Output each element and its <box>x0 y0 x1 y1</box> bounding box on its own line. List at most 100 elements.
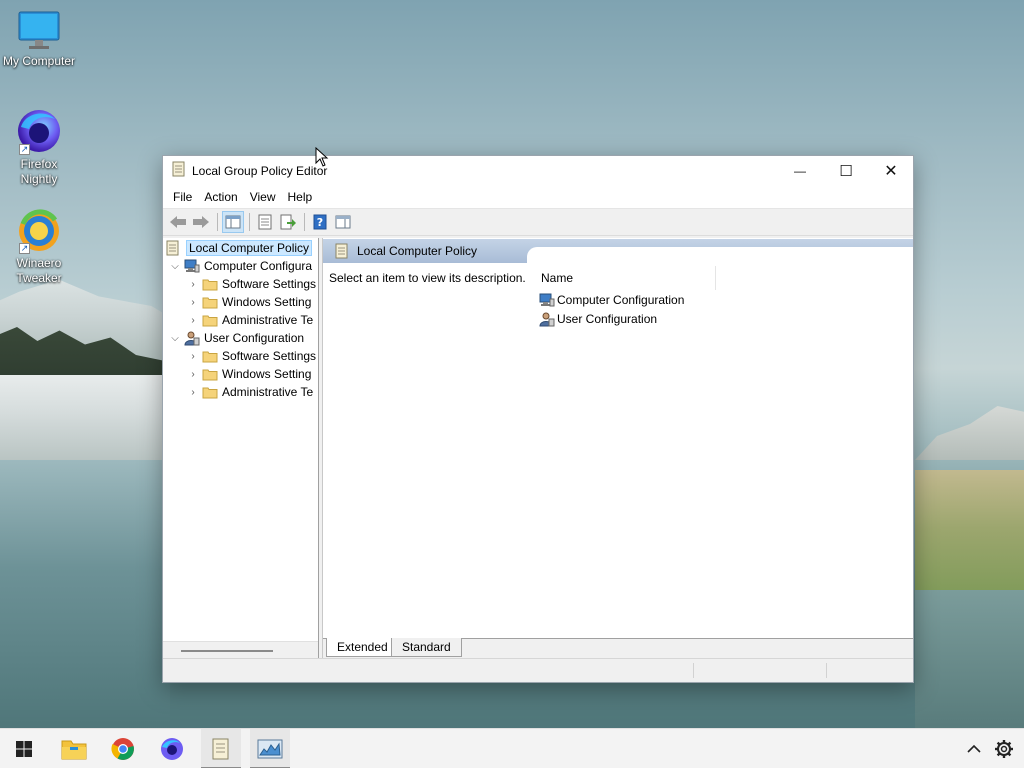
desktop-icon-winaero-tweaker[interactable]: ↗ Winaero Tweaker <box>0 208 78 286</box>
minimize-button[interactable]: — <box>777 156 823 185</box>
taskbar-file-explorer[interactable] <box>54 729 94 768</box>
chevron-right-icon[interactable]: › <box>187 387 199 398</box>
policy-app-icon <box>172 161 186 180</box>
user-configuration-icon <box>539 311 555 327</box>
chevron-down-icon[interactable]: ⌵ <box>169 261 181 272</box>
desktop-icon-my-computer[interactable]: My Computer <box>0 10 78 69</box>
toolbar-separator <box>217 213 218 231</box>
menu-action[interactable]: Action <box>198 187 243 207</box>
policy-document-icon <box>166 240 182 256</box>
status-bar-divider <box>693 663 694 678</box>
tree-item-computer-configuration[interactable]: ⌵ Computer Configura <box>169 257 312 275</box>
list-item-user-configuration[interactable]: User Configuration <box>539 310 657 328</box>
desktop-icon-firefox-nightly[interactable]: ↗ Firefox Nightly <box>0 107 78 187</box>
forward-button[interactable] <box>190 211 212 233</box>
wallpaper-cliff <box>0 375 170 470</box>
properties-icon <box>258 214 272 230</box>
list-item-label: Computer Configuration <box>557 293 685 307</box>
export-list-icon <box>280 214 296 230</box>
toolbar: ? <box>163 209 913 236</box>
policy-document-icon <box>335 243 349 259</box>
tree-item-user-configuration[interactable]: ⌵ User Configuration <box>169 329 304 347</box>
view-tabs: Extended Standard <box>323 638 913 658</box>
scrollbar-thumb[interactable] <box>181 650 273 652</box>
folder-icon <box>202 312 218 328</box>
show-hide-action-pane-button[interactable] <box>332 211 354 233</box>
chevron-right-icon[interactable]: › <box>187 369 199 380</box>
file-explorer-icon <box>61 740 87 760</box>
back-arrow-icon <box>170 216 186 228</box>
tree-item-software-settings[interactable]: › Software Settings <box>187 347 316 365</box>
monitor-icon <box>17 10 61 52</box>
show-hide-action-pane-icon <box>335 215 351 229</box>
show-hide-tree-button[interactable] <box>222 211 244 233</box>
details-header: Local Computer Policy <box>323 239 913 263</box>
tree-item-label: Local Computer Policy <box>186 240 313 256</box>
forward-arrow-icon <box>193 216 209 228</box>
menu-file[interactable]: File <box>167 187 198 207</box>
export-list-button[interactable] <box>277 211 299 233</box>
list-item-computer-configuration[interactable]: Computer Configuration <box>539 291 684 309</box>
tab-extended[interactable]: Extended <box>326 638 399 657</box>
chevron-right-icon[interactable]: › <box>187 279 199 290</box>
tab-standard[interactable]: Standard <box>391 638 462 657</box>
folder-icon <box>202 348 218 364</box>
chevron-right-icon[interactable]: › <box>187 315 199 326</box>
wallpaper-hill-right <box>915 406 1024 460</box>
folder-icon <box>202 384 218 400</box>
properties-button[interactable] <box>254 211 276 233</box>
chevron-right-icon[interactable]: › <box>187 351 199 362</box>
folder-icon <box>202 294 218 310</box>
settings-button[interactable] <box>984 729 1024 768</box>
menu-bar: File Action View Help <box>163 185 913 209</box>
tree-horizontal-scrollbar[interactable] <box>163 641 318 658</box>
tree-pane: Local Computer Policy ⌵ Computer Configu… <box>163 238 319 658</box>
show-hide-tree-icon <box>225 215 241 229</box>
menu-help[interactable]: Help <box>282 187 319 207</box>
start-icon <box>16 741 32 757</box>
taskbar <box>0 728 1024 768</box>
tree-item-windows-settings[interactable]: › Windows Setting <box>187 293 311 311</box>
tree-item-label: User Configuration <box>204 331 305 345</box>
details-pane: Local Computer Policy Select an item to … <box>322 238 913 658</box>
chevron-down-icon[interactable]: ⌵ <box>169 333 181 344</box>
mouse-cursor-icon <box>315 146 329 170</box>
settings-gear-icon <box>995 740 1013 758</box>
help-button[interactable]: ? <box>309 211 331 233</box>
chevron-right-icon[interactable]: › <box>187 297 199 308</box>
winaero-tweaker-icon: ↗ <box>15 208 63 254</box>
tree-item-administrative-templates[interactable]: › Administrative Te <box>187 311 313 329</box>
tree-item-local-computer-policy[interactable]: Local Computer Policy <box>166 239 313 257</box>
start-button[interactable] <box>4 729 44 768</box>
toolbar-separator <box>249 213 250 231</box>
group-policy-icon <box>212 738 229 760</box>
chrome-icon <box>111 738 134 760</box>
content-panes: Local Computer Policy ⌵ Computer Configu… <box>163 238 913 658</box>
back-button[interactable] <box>167 211 189 233</box>
tree-item-windows-settings[interactable]: › Windows Setting <box>187 365 311 383</box>
taskbar-group-policy-editor[interactable] <box>201 729 241 768</box>
wallpaper-grass-right <box>915 470 1024 600</box>
wallpaper-trees <box>0 327 170 390</box>
taskbar-firefox-nightly[interactable] <box>152 729 192 768</box>
firefox-nightly-icon <box>161 738 183 760</box>
menu-view[interactable]: View <box>244 187 282 207</box>
desktop-icon-label: Winaero Tweaker <box>16 256 62 285</box>
description-text: Select an item to view its description. <box>329 271 526 285</box>
wallpaper-lake <box>0 460 170 730</box>
close-button[interactable]: ✕ <box>868 156 914 185</box>
taskbar-chrome[interactable] <box>103 729 143 768</box>
status-bar <box>163 658 913 682</box>
shortcut-arrow-icon: ↗ <box>19 243 30 254</box>
column-header-name[interactable]: Name <box>536 266 716 290</box>
chevron-up-icon <box>967 744 981 753</box>
tree-item-software-settings[interactable]: › Software Settings <box>187 275 316 293</box>
close-icon: ✕ <box>884 162 898 180</box>
title-bar[interactable]: Local Group Policy Editor — ☐ ✕ <box>163 156 913 185</box>
maximize-icon: ☐ <box>839 162 853 180</box>
user-configuration-icon <box>184 330 200 346</box>
tree-item-administrative-templates[interactable]: › Administrative Te <box>187 383 313 401</box>
maximize-button[interactable]: ☐ <box>823 156 869 185</box>
list-item-label: User Configuration <box>557 312 658 326</box>
taskbar-resource-monitor[interactable] <box>250 729 290 768</box>
